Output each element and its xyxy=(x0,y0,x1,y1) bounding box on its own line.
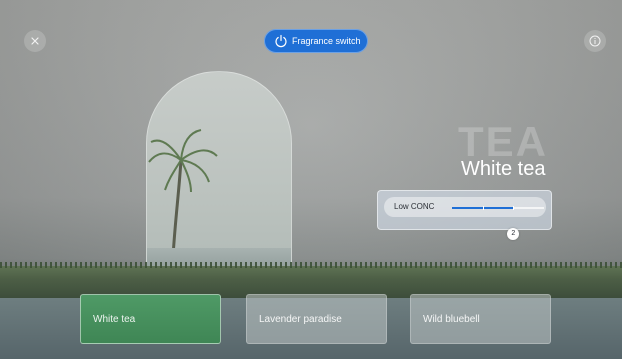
selected-scent-title: White tea xyxy=(461,158,546,180)
fragrance-tile-label: White tea xyxy=(93,313,136,325)
fragrance-tile-label: Lavender paradise xyxy=(259,313,342,325)
concentration-label: Low CONC xyxy=(394,202,435,211)
fragrance-tile-label: Wild bluebell xyxy=(423,313,480,325)
palm-tree-illustration xyxy=(148,129,277,259)
close-icon xyxy=(31,37,39,45)
info-button[interactable] xyxy=(584,30,606,52)
power-icon xyxy=(274,34,288,48)
arch-window xyxy=(146,71,292,269)
fragrance-tile-lavender-paradise[interactable]: Lavender paradise xyxy=(246,294,387,344)
concentration-control: Low CONC 2 xyxy=(384,197,546,240)
concentration-slider[interactable]: 2 xyxy=(452,206,544,240)
concentration-tick xyxy=(482,206,484,210)
concentration-card: Low CONC 2 xyxy=(377,190,552,240)
fragrance-list: White tea Lavender paradise Wild bluebel… xyxy=(80,294,551,344)
concentration-tick xyxy=(513,206,515,210)
fragrance-screen: Fragrance switch TEA White tea Low CONC … xyxy=(0,0,622,359)
fragrance-switch-button[interactable]: Fragrance switch xyxy=(264,29,368,53)
fragrance-switch-label: Fragrance switch xyxy=(292,36,361,46)
fragrance-tile-white-tea[interactable]: White tea xyxy=(80,294,221,344)
info-icon xyxy=(589,35,601,47)
concentration-knob[interactable]: 2 xyxy=(507,228,520,240)
close-button[interactable] xyxy=(24,30,46,52)
fragrance-tile-wild-bluebell[interactable]: Wild bluebell xyxy=(410,294,551,344)
